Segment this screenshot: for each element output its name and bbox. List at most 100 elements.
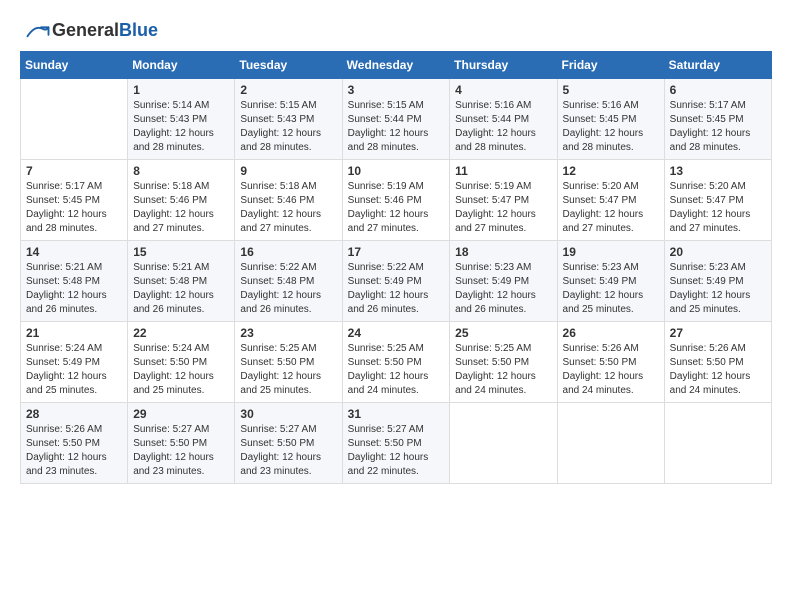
week-row-5: 28Sunrise: 5:26 AMSunset: 5:50 PMDayligh…: [21, 403, 772, 484]
col-friday: Friday: [557, 52, 664, 79]
day-info: Sunrise: 5:19 AMSunset: 5:46 PMDaylight:…: [348, 181, 429, 234]
logo-icon: [20, 21, 50, 41]
col-wednesday: Wednesday: [342, 52, 450, 79]
calendar-cell: 27 Sunrise: 5:26 AMSunset: 5:50 PMDayligh…: [664, 322, 771, 403]
day-number: 31: [348, 407, 445, 421]
calendar-cell: 3Sunrise: 5:15 AMSunset: 5:44 PMDaylight…: [342, 79, 450, 160]
header-row: Sunday Monday Tuesday Wednesday Thursday…: [21, 52, 772, 79]
day-info: Sunrise: 5:15 AMSunset: 5:44 PMDaylight:…: [348, 100, 429, 153]
day-info: Sunrise: 5:24 AMSunset: 5:50 PMDaylight:…: [133, 343, 214, 396]
day-info: Sunrise: 5:21 AMSunset: 5:48 PMDaylight:…: [133, 262, 214, 315]
day-number: 2: [240, 83, 336, 97]
day-number: 17: [348, 245, 445, 259]
calendar-cell: 13 Sunrise: 5:20 AMSunset: 5:47 PMDayligh…: [664, 160, 771, 241]
calendar-cell: 10 Sunrise: 5:19 AMSunset: 5:46 PMDayligh…: [342, 160, 450, 241]
day-number: 23: [240, 326, 336, 340]
day-number: 22: [133, 326, 229, 340]
col-sunday: Sunday: [21, 52, 128, 79]
day-number: 7: [26, 164, 122, 178]
day-number: 9: [240, 164, 336, 178]
logo-text: General: [52, 20, 119, 40]
calendar-cell: 23Sunrise: 5:25 AMSunset: 5:50 PMDayligh…: [235, 322, 342, 403]
day-info: Sunrise: 5:16 AMSunset: 5:45 PMDaylight:…: [563, 100, 644, 153]
calendar-cell: 29Sunrise: 5:27 AMSunset: 5:50 PMDayligh…: [128, 403, 235, 484]
day-number: 14: [26, 245, 122, 259]
calendar-cell: 1 Sunrise: 5:14 AMSunset: 5:43 PMDaylight…: [128, 79, 235, 160]
day-number: 30: [240, 407, 336, 421]
day-info: Sunrise: 5:26 AMSunset: 5:50 PMDaylight:…: [563, 343, 644, 396]
week-row-2: 7 Sunrise: 5:17 AMSunset: 5:45 PMDaylight…: [21, 160, 772, 241]
day-number: 8: [133, 164, 229, 178]
calendar-cell: 31 Sunrise: 5:27 AMSunset: 5:50 PMDayligh…: [342, 403, 450, 484]
day-info: Sunrise: 5:22 AMSunset: 5:48 PMDaylight:…: [240, 262, 321, 315]
day-info: Sunrise: 5:27 AMSunset: 5:50 PMDaylight:…: [133, 424, 214, 477]
calendar-cell: 19 Sunrise: 5:23 AMSunset: 5:49 PMDayligh…: [557, 241, 664, 322]
day-number: 18: [455, 245, 551, 259]
day-info: Sunrise: 5:26 AMSunset: 5:50 PMDaylight:…: [670, 343, 751, 396]
calendar-cell: [21, 79, 128, 160]
day-number: 11: [455, 164, 551, 178]
day-info: Sunrise: 5:16 AMSunset: 5:44 PMDaylight:…: [455, 100, 536, 153]
day-info: Sunrise: 5:21 AMSunset: 5:48 PMDaylight:…: [26, 262, 107, 315]
day-number: 27: [670, 326, 766, 340]
day-number: 24: [348, 326, 445, 340]
day-number: 20: [670, 245, 766, 259]
calendar-cell: 17 Sunrise: 5:22 AMSunset: 5:49 PMDayligh…: [342, 241, 450, 322]
day-info: Sunrise: 5:20 AMSunset: 5:47 PMDaylight:…: [670, 181, 751, 234]
day-number: 15: [133, 245, 229, 259]
calendar-cell: 2Sunrise: 5:15 AMSunset: 5:43 PMDaylight…: [235, 79, 342, 160]
day-info: Sunrise: 5:27 AMSunset: 5:50 PMDaylight:…: [240, 424, 321, 477]
day-info: Sunrise: 5:27 AMSunset: 5:50 PMDaylight:…: [348, 424, 429, 477]
day-info: Sunrise: 5:14 AMSunset: 5:43 PMDaylight:…: [133, 100, 214, 153]
calendar-cell: [557, 403, 664, 484]
calendar-cell: 30 Sunrise: 5:27 AMSunset: 5:50 PMDayligh…: [235, 403, 342, 484]
day-number: 4: [455, 83, 551, 97]
week-row-1: 1 Sunrise: 5:14 AMSunset: 5:43 PMDaylight…: [21, 79, 772, 160]
day-number: 26: [563, 326, 659, 340]
day-info: Sunrise: 5:17 AMSunset: 5:45 PMDaylight:…: [26, 181, 107, 234]
day-info: Sunrise: 5:23 AMSunset: 5:49 PMDaylight:…: [455, 262, 536, 315]
day-number: 13: [670, 164, 766, 178]
day-info: Sunrise: 5:23 AMSunset: 5:49 PMDaylight:…: [670, 262, 751, 315]
col-monday: Monday: [128, 52, 235, 79]
calendar-cell: 16Sunrise: 5:22 AMSunset: 5:48 PMDayligh…: [235, 241, 342, 322]
day-info: Sunrise: 5:25 AMSunset: 5:50 PMDaylight:…: [455, 343, 536, 396]
day-number: 1: [133, 83, 229, 97]
calendar-cell: 12 Sunrise: 5:20 AMSunset: 5:47 PMDayligh…: [557, 160, 664, 241]
logo: GeneralBlue: [20, 20, 158, 41]
calendar-cell: 6 Sunrise: 5:17 AMSunset: 5:45 PMDaylight…: [664, 79, 771, 160]
calendar-cell: 9 Sunrise: 5:18 AMSunset: 5:46 PMDaylight…: [235, 160, 342, 241]
day-info: Sunrise: 5:18 AMSunset: 5:46 PMDaylight:…: [133, 181, 214, 234]
calendar-table: Sunday Monday Tuesday Wednesday Thursday…: [20, 51, 772, 484]
week-row-4: 21Sunrise: 5:24 AMSunset: 5:49 PMDayligh…: [21, 322, 772, 403]
calendar-cell: 5 Sunrise: 5:16 AMSunset: 5:45 PMDaylight…: [557, 79, 664, 160]
col-thursday: Thursday: [450, 52, 557, 79]
header: GeneralBlue: [20, 20, 772, 41]
calendar-cell: 4 Sunrise: 5:16 AMSunset: 5:44 PMDaylight…: [450, 79, 557, 160]
day-info: Sunrise: 5:18 AMSunset: 5:46 PMDaylight:…: [240, 181, 321, 234]
day-number: 6: [670, 83, 766, 97]
day-number: 10: [348, 164, 445, 178]
calendar-cell: 20 Sunrise: 5:23 AMSunset: 5:49 PMDayligh…: [664, 241, 771, 322]
calendar-cell: 26 Sunrise: 5:26 AMSunset: 5:50 PMDayligh…: [557, 322, 664, 403]
calendar-cell: 25Sunrise: 5:25 AMSunset: 5:50 PMDayligh…: [450, 322, 557, 403]
day-info: Sunrise: 5:17 AMSunset: 5:45 PMDaylight:…: [670, 100, 751, 153]
day-info: Sunrise: 5:26 AMSunset: 5:50 PMDaylight:…: [26, 424, 107, 477]
day-number: 12: [563, 164, 659, 178]
col-saturday: Saturday: [664, 52, 771, 79]
calendar-cell: 22 Sunrise: 5:24 AMSunset: 5:50 PMDayligh…: [128, 322, 235, 403]
day-info: Sunrise: 5:23 AMSunset: 5:49 PMDaylight:…: [563, 262, 644, 315]
day-info: Sunrise: 5:22 AMSunset: 5:49 PMDaylight:…: [348, 262, 429, 315]
calendar-cell: 8 Sunrise: 5:18 AMSunset: 5:46 PMDaylight…: [128, 160, 235, 241]
day-info: Sunrise: 5:19 AMSunset: 5:47 PMDaylight:…: [455, 181, 536, 234]
day-number: 19: [563, 245, 659, 259]
logo-blue-text: Blue: [119, 20, 158, 40]
calendar-cell: [450, 403, 557, 484]
day-info: Sunrise: 5:25 AMSunset: 5:50 PMDaylight:…: [348, 343, 429, 396]
day-number: 5: [563, 83, 659, 97]
calendar-cell: 7 Sunrise: 5:17 AMSunset: 5:45 PMDaylight…: [21, 160, 128, 241]
day-info: Sunrise: 5:20 AMSunset: 5:47 PMDaylight:…: [563, 181, 644, 234]
calendar-cell: 18 Sunrise: 5:23 AMSunset: 5:49 PMDayligh…: [450, 241, 557, 322]
calendar-cell: 14 Sunrise: 5:21 AMSunset: 5:48 PMDayligh…: [21, 241, 128, 322]
day-number: 21: [26, 326, 122, 340]
